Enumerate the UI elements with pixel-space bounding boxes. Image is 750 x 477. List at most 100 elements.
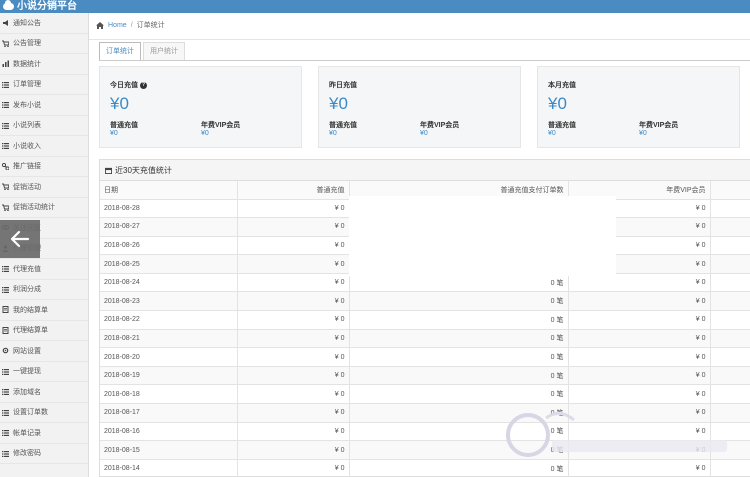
cart-icon xyxy=(2,183,9,191)
sidebar-item[interactable]: 公告管理 xyxy=(0,34,88,54)
sidebar-item[interactable]: 推广链接 xyxy=(0,157,88,177)
table-cell-extra xyxy=(710,291,750,312)
sidebar-item-label: 小说列表 xyxy=(13,122,41,130)
table-cell: ¥ 0 xyxy=(237,310,350,330)
table-cell: ¥ 0 xyxy=(237,291,350,312)
doc-icon xyxy=(2,306,9,314)
list-icon xyxy=(2,388,9,396)
sidebar-item[interactable]: 订单管理 xyxy=(0,75,88,95)
table-cell: ¥ 0 xyxy=(237,440,350,460)
table-cell: ¥ 0 xyxy=(568,329,711,349)
tab-divider xyxy=(99,60,750,61)
table-cell: ¥ 0 xyxy=(237,217,350,237)
sidebar-item-label: 一键提现 xyxy=(13,368,41,376)
tab-order-stats[interactable]: 订单统计 xyxy=(99,42,141,60)
list-icon xyxy=(2,122,9,129)
sidebar-item-label: 订单管理 xyxy=(13,81,41,89)
list-icon xyxy=(2,450,9,457)
list-icon xyxy=(2,81,9,88)
sidebar-item[interactable]: 我的结算单 xyxy=(0,300,88,321)
sidebar-item[interactable]: 促销活动统计 xyxy=(0,198,88,218)
sidebar-item-label: 修改密码 xyxy=(13,450,41,458)
table-cell-extra xyxy=(710,199,750,219)
help-icon[interactable]: ? xyxy=(140,81,147,89)
table-cell: 2018-08-22 xyxy=(100,310,238,330)
card-sub-value: ¥0 xyxy=(329,130,337,137)
sidebar-item[interactable]: 代理充值 xyxy=(0,259,88,280)
bar-chart-icon xyxy=(2,60,9,68)
table-cell: 0 笔 xyxy=(349,329,569,349)
sidebar-item[interactable]: 小说收入 xyxy=(0,136,88,157)
table-cell: ¥ 0 xyxy=(237,273,350,293)
arrow-left-icon xyxy=(10,230,30,248)
panel-title: 近30天充值统计 xyxy=(115,165,172,175)
breadcrumb: Home / 订单统计 xyxy=(96,17,165,33)
table-cell: 2018-08-24 xyxy=(100,273,238,293)
card-sub-label: 普通充值 xyxy=(110,122,138,129)
table-cell-extra xyxy=(710,273,750,293)
sidebar-item-label: 通知公告 xyxy=(13,19,41,27)
breadcrumb-home[interactable]: Home xyxy=(108,22,127,29)
sidebar-item[interactable]: 数据统计 xyxy=(0,54,88,75)
sidebar-item-label: 小说收入 xyxy=(13,142,41,150)
table-cell: 2018-08-17 xyxy=(100,403,238,423)
sidebar-item-label: 帐单记录 xyxy=(13,429,41,437)
sidebar-item[interactable]: 帐单记录 xyxy=(0,423,88,444)
summary-cards: 今日充值 ? ¥0 普通充值 年费VIP会员 ¥0 ¥0 昨日充值 ¥0 普通充… xyxy=(99,66,750,150)
card-title-text: 昨日充值 xyxy=(329,82,357,89)
sidebar-item[interactable]: 设置订单数 xyxy=(0,403,88,423)
table-cell: ¥ 0 xyxy=(237,422,350,442)
sidebar-item-label: 促销活动 xyxy=(13,183,41,191)
card-title-text: 本月充值 xyxy=(548,82,576,89)
sidebar-item[interactable]: 修改密码 xyxy=(0,444,88,464)
sidebar-item[interactable]: 添加域名 xyxy=(0,382,88,403)
table-cell-extra xyxy=(710,236,750,256)
sidebar-item-label: 我的结算单 xyxy=(13,306,48,314)
sidebar-item-label: 推广链接 xyxy=(13,163,41,171)
brand[interactable]: 小说分销平台 xyxy=(3,0,77,13)
table-cell: 2018-08-26 xyxy=(100,236,238,256)
list-icon xyxy=(2,286,9,293)
table-cell: ¥ 0 xyxy=(237,459,350,477)
sidebar-item[interactable]: 发布小说 xyxy=(0,95,88,116)
sidebar-item[interactable]: 小说列表 xyxy=(0,116,88,136)
card-sub-value: ¥0 xyxy=(548,130,556,137)
table-cell-extra xyxy=(710,329,750,349)
sidebar-item[interactable]: 代理结算单 xyxy=(0,321,88,341)
sidebar-item-label: 设置订单数 xyxy=(13,409,48,417)
tab-user-stats[interactable]: 用户统计 xyxy=(143,42,185,60)
sidebar-item-label: 公告管理 xyxy=(13,40,41,48)
sidebar-item[interactable]: 网站设置 xyxy=(0,341,88,362)
column-header-extra xyxy=(710,181,750,200)
calendar-icon xyxy=(105,167,112,174)
megaphone-icon xyxy=(2,19,9,27)
table-cell: 0 笔 xyxy=(349,347,569,367)
sidebar-item[interactable]: 一键提现 xyxy=(0,362,88,382)
table-cell: ¥ 0 xyxy=(568,366,711,386)
table-cell-extra xyxy=(710,217,750,237)
card-sub-value: ¥0 xyxy=(420,130,428,137)
sidebar-item[interactable]: 促销活动 xyxy=(0,177,88,198)
redaction-patch xyxy=(349,196,616,276)
back-arrow-button[interactable] xyxy=(0,220,40,258)
list-icon xyxy=(2,265,9,273)
card-yesterday: 昨日充值 ¥0 普通充值 年费VIP会员 ¥0 ¥0 xyxy=(318,66,521,148)
table-cell: ¥ 0 xyxy=(568,459,711,477)
column-header: 日期 xyxy=(100,181,238,200)
table-cell: 2018-08-18 xyxy=(100,384,238,405)
table-cell: 2018-08-27 xyxy=(100,217,238,237)
table-cell: ¥ 0 xyxy=(568,347,711,367)
sidebar-item[interactable]: 利润分成 xyxy=(0,280,88,300)
table-cell: 0 笔 xyxy=(349,273,569,293)
table-cell: ¥ 0 xyxy=(568,273,711,293)
table-cell: ¥ 0 xyxy=(237,347,350,367)
card-title: 今日充值 ? xyxy=(110,80,147,90)
table-cell: 0 笔 xyxy=(349,459,569,477)
table-cell-extra xyxy=(710,459,750,477)
sidebar-item[interactable]: 通知公告 xyxy=(0,13,88,34)
table-cell: 2018-08-20 xyxy=(100,347,238,367)
sidebar-item-label: 发布小说 xyxy=(13,101,41,109)
card-title: 本月充值 xyxy=(548,80,576,90)
table-cell: 2018-08-28 xyxy=(100,199,238,219)
card-sub-value: ¥0 xyxy=(110,130,118,137)
